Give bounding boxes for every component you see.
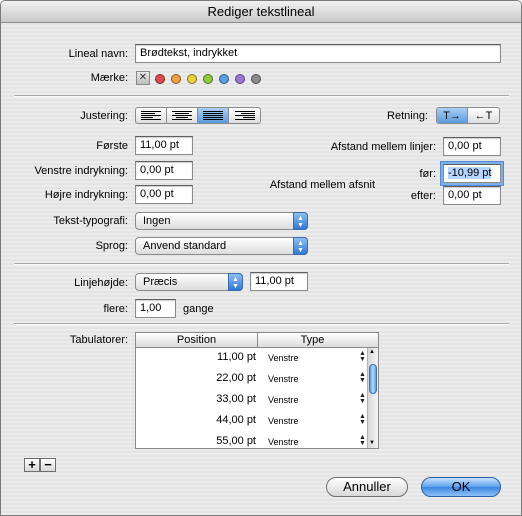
separator [14, 323, 509, 325]
label-mark-label: Mærke: [90, 72, 128, 84]
position-column-header[interactable]: Position [136, 333, 258, 347]
alignment-label: Justering: [80, 110, 128, 122]
type-stepper-icon[interactable]: ▲ ▼ [359, 413, 366, 426]
window-title: Rediger tekstlineal [1, 1, 521, 23]
space-after-input[interactable]: 0,00 pt [443, 186, 501, 205]
space-before-label: før: [419, 168, 437, 180]
direction-label: Retning: [387, 110, 428, 122]
line-spacing-input[interactable]: 0,00 pt [443, 137, 501, 156]
vertical-scrollbar[interactable]: ▲ ▼ [367, 348, 378, 448]
popup-arrows-icon: ▲ ▼ [293, 237, 308, 255]
type-stepper-icon[interactable]: ▲ ▼ [359, 350, 366, 363]
left-indent-input[interactable]: 0,00 pt [135, 161, 193, 180]
line-height-input[interactable]: 11,00 pt [250, 272, 308, 291]
line-height-mode-popup[interactable]: Præcis ▲ ▼ [135, 273, 243, 291]
align-left-icon [141, 111, 161, 120]
tabs-label: Tabulatorer: [69, 334, 128, 346]
language-popup[interactable]: Anvend standard ▲ ▼ [135, 237, 308, 255]
align-center-icon [172, 111, 192, 120]
tab-type: Venstre [268, 353, 299, 363]
tab-position: 22,00 pt [216, 372, 256, 384]
tab-position: 55,00 pt [216, 435, 256, 447]
green-label-dot[interactable] [203, 74, 213, 84]
text-style-popup[interactable]: Ingen ▲ ▼ [135, 212, 308, 230]
orange-label-dot[interactable] [171, 74, 181, 84]
tab-position: 44,00 pt [216, 414, 256, 426]
ok-button[interactable]: OK [421, 477, 501, 497]
align-left-button[interactable] [136, 108, 167, 123]
text-style-label: Tekst-typografi: [53, 215, 128, 227]
table-row[interactable]: 55,00 pt Venstre ▲ ▼ [136, 432, 368, 448]
scroll-up-arrow-icon[interactable]: ▲ [369, 349, 375, 355]
tab-position: 33,00 pt [216, 393, 256, 405]
tab-position: 11,00 pt [217, 351, 256, 363]
red-label-dot[interactable] [155, 74, 165, 84]
table-row[interactable]: 33,00 pt Venstre ▲ ▼ [136, 390, 368, 411]
left-indent-label: Venstre indrykning: [34, 165, 128, 177]
tab-stops-table: Position Type 11,00 pt Venstre ▲ ▼ 22,00 … [135, 332, 379, 449]
align-justify-button[interactable] [198, 108, 229, 123]
ruler-name-label: Lineal navn: [68, 48, 128, 60]
ltr-direction-button[interactable]: T→ [437, 108, 469, 123]
paragraph-spacing-label: Afstand mellem afsnit [269, 179, 375, 191]
table-header: Position Type [136, 333, 378, 348]
alignment-segmented-control [135, 107, 261, 124]
add-tab-button[interactable]: + [24, 458, 40, 472]
space-after-label: efter: [410, 190, 436, 202]
tab-type: Venstre [268, 416, 299, 426]
line-height-label: Linjehøjde: [74, 277, 128, 289]
separator [14, 263, 509, 265]
ruler-name-input[interactable]: Brødtekst, indrykket [135, 44, 501, 63]
right-indent-input[interactable]: 0,00 pt [135, 185, 193, 204]
times-label: gange [183, 303, 214, 315]
popup-arrows-icon: ▲ ▼ [293, 212, 308, 230]
cancel-button[interactable]: Annuller [326, 477, 408, 497]
type-stepper-icon[interactable]: ▲ ▼ [359, 371, 366, 384]
space-before-input[interactable]: -10,99 pt [443, 164, 501, 183]
first-line-indent-label: Første [96, 140, 128, 152]
align-justify-icon [203, 111, 223, 120]
table-row[interactable]: 44,00 pt Venstre ▲ ▼ [136, 411, 368, 432]
align-center-button[interactable] [167, 108, 198, 123]
purple-label-dot[interactable] [235, 74, 245, 84]
language-label: Sprog: [95, 240, 128, 252]
remove-tab-button[interactable]: − [40, 458, 56, 472]
type-stepper-icon[interactable]: ▲ ▼ [359, 434, 366, 447]
direction-segmented-control: T→ ←T [436, 107, 500, 124]
text-style-value: Ingen [143, 215, 171, 227]
popup-arrows-icon: ▲ ▼ [228, 273, 243, 291]
yellow-label-dot[interactable] [187, 74, 197, 84]
scrollbar-thumb[interactable] [369, 364, 377, 394]
separator [14, 95, 509, 97]
table-row[interactable]: 11,00 pt Venstre ▲ ▼ [136, 348, 368, 369]
space-before-value: -10,99 pt [448, 167, 492, 179]
align-right-icon [234, 111, 255, 120]
language-value: Anvend standard [143, 240, 227, 252]
first-line-indent-input[interactable]: 11,00 pt [135, 136, 193, 155]
line-height-mode-value: Præcis [143, 276, 178, 288]
dialog-window: Rediger tekstlineal Lineal navn: Brødtek… [0, 0, 522, 516]
tab-type: Venstre [268, 437, 299, 447]
align-right-button[interactable] [229, 108, 260, 123]
gray-label-dot[interactable] [251, 74, 261, 84]
clear-mark-button[interactable]: ✕ [136, 71, 150, 85]
right-indent-label: Højre indrykning: [44, 189, 128, 201]
line-spacing-label: Afstand mellem linjer: [330, 141, 436, 153]
type-stepper-icon[interactable]: ▲ ▼ [359, 392, 366, 405]
type-column-header[interactable]: Type [258, 333, 367, 347]
multiple-label: flere: [103, 303, 128, 315]
tab-type: Venstre [268, 395, 299, 405]
rtl-direction-button[interactable]: ←T [468, 108, 499, 123]
scroll-down-arrow-icon[interactable]: ▼ [369, 440, 375, 446]
table-row[interactable]: 22,00 pt Venstre ▲ ▼ [136, 369, 368, 390]
tab-type: Venstre [268, 374, 299, 384]
multiple-input[interactable]: 1,00 [135, 299, 176, 318]
blue-label-dot[interactable] [219, 74, 229, 84]
